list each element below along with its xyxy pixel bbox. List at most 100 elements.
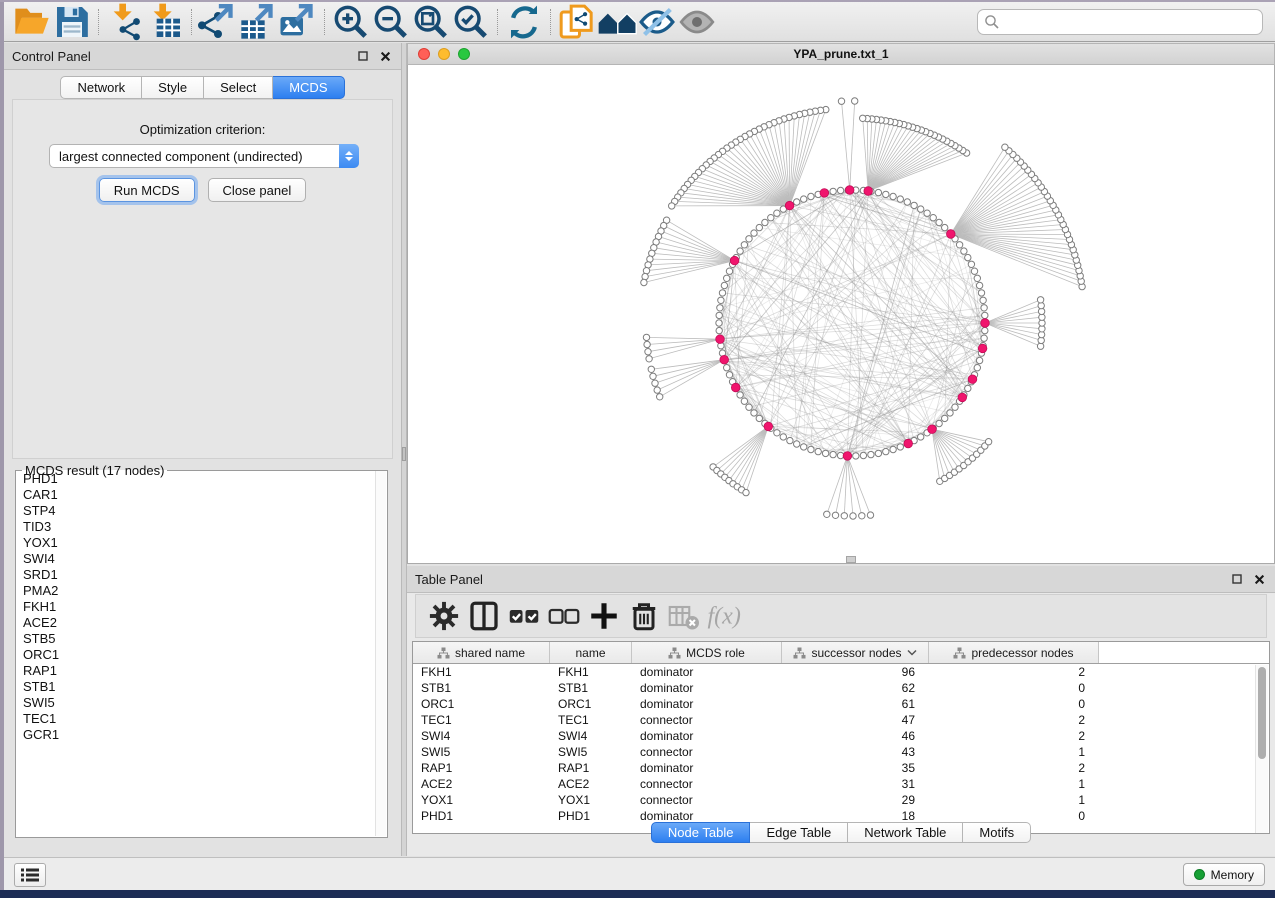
graph-leaf-node[interactable]: [669, 203, 675, 209]
graph-node[interactable]: [981, 305, 987, 311]
zoom-selected-button[interactable]: [451, 5, 491, 39]
graph-node[interactable]: [726, 268, 732, 274]
graph-node[interactable]: [719, 290, 725, 296]
memory-button[interactable]: Memory: [1183, 863, 1265, 886]
select-all-button[interactable]: [506, 598, 542, 634]
close-panel-button[interactable]: Close panel: [208, 178, 307, 202]
graph-node[interactable]: [787, 437, 793, 443]
table-scrollbar-thumb[interactable]: [1258, 667, 1266, 759]
import-network-button[interactable]: [105, 5, 145, 39]
graph-node[interactable]: [965, 385, 971, 391]
tab-node-table[interactable]: Node Table: [651, 822, 751, 843]
mcds-result-item[interactable]: GCR1: [23, 727, 375, 743]
zoom-fit-button[interactable]: [411, 5, 451, 39]
graph-leaf-node[interactable]: [867, 512, 873, 518]
graph-leaf-node[interactable]: [645, 349, 651, 355]
show-all-button[interactable]: [677, 5, 717, 39]
graph-node[interactable]: [830, 188, 836, 194]
mcds-result-item[interactable]: SWI5: [23, 695, 375, 711]
table-row[interactable]: SWI4SWI4dominator462: [413, 728, 1269, 744]
column-header-predecessor-nodes[interactable]: predecessor nodes: [929, 642, 1099, 663]
graph-node[interactable]: [830, 451, 836, 457]
add-column-button[interactable]: [586, 598, 622, 634]
graph-node[interactable]: [794, 199, 800, 205]
result-scrollbar[interactable]: [375, 471, 386, 836]
graph-node[interactable]: [741, 242, 747, 248]
export-table-button[interactable]: [238, 5, 278, 39]
delete-table-button[interactable]: [666, 598, 702, 634]
dominator-node[interactable]: [730, 256, 739, 265]
graph-leaf-node[interactable]: [824, 511, 830, 517]
table-settings-button[interactable]: [426, 598, 462, 634]
graph-leaf-node[interactable]: [648, 366, 654, 372]
graph-leaf-node[interactable]: [1002, 144, 1008, 150]
graph-leaf-node[interactable]: [832, 512, 838, 518]
close-panel-icon[interactable]: [377, 48, 393, 64]
dominator-node[interactable]: [968, 375, 977, 384]
graph-leaf-node[interactable]: [646, 356, 652, 362]
graph-node[interactable]: [965, 254, 971, 260]
export-network-button[interactable]: [198, 5, 238, 39]
graph-leaf-node[interactable]: [985, 439, 991, 445]
dominator-node[interactable]: [764, 422, 773, 431]
graph-node[interactable]: [918, 434, 924, 440]
graph-node[interactable]: [717, 305, 723, 311]
hide-selected-button[interactable]: [637, 5, 677, 39]
graph-node[interactable]: [918, 206, 924, 212]
graph-node[interactable]: [746, 404, 752, 410]
graph-node[interactable]: [942, 415, 948, 421]
graph-node[interactable]: [774, 430, 780, 436]
graph-leaf-node[interactable]: [641, 279, 647, 285]
graph-leaf-node[interactable]: [650, 373, 656, 379]
network-canvas[interactable]: [407, 65, 1275, 564]
graph-node[interactable]: [890, 193, 896, 199]
export-image-button[interactable]: [278, 5, 318, 39]
dominator-node[interactable]: [864, 187, 873, 196]
table-row[interactable]: SWI5SWI5connector431: [413, 744, 1269, 760]
graph-leaf-node[interactable]: [852, 98, 858, 104]
graph-node[interactable]: [774, 210, 780, 216]
graph-node[interactable]: [724, 275, 730, 281]
graph-node[interactable]: [971, 268, 977, 274]
graph-leaf-node[interactable]: [644, 341, 650, 347]
graph-node[interactable]: [883, 448, 889, 454]
zoom-out-button[interactable]: [371, 5, 411, 39]
graph-leaf-node[interactable]: [859, 513, 865, 519]
graph-node[interactable]: [762, 219, 768, 225]
graph-node[interactable]: [974, 275, 980, 281]
graph-node[interactable]: [875, 450, 881, 456]
mcds-result-item[interactable]: ACE2: [23, 615, 375, 631]
table-row[interactable]: STB1STB1dominator620: [413, 680, 1269, 696]
table-row[interactable]: RAP1RAP1dominator352: [413, 760, 1269, 776]
graph-leaf-node[interactable]: [643, 268, 649, 274]
mcds-result-item[interactable]: SRD1: [23, 567, 375, 583]
graph-node[interactable]: [982, 312, 988, 318]
dominator-node[interactable]: [845, 186, 854, 195]
splitter-handle[interactable]: [402, 447, 406, 461]
graph-leaf-node[interactable]: [657, 394, 663, 400]
dominator-node[interactable]: [978, 344, 987, 353]
graph-node[interactable]: [716, 320, 722, 326]
mcds-result-item[interactable]: SWI4: [23, 551, 375, 567]
graph-node[interactable]: [837, 187, 843, 193]
duplicate-network-button[interactable]: [557, 5, 597, 39]
graph-node[interactable]: [978, 290, 984, 296]
graph-node[interactable]: [897, 196, 903, 202]
graph-node[interactable]: [716, 312, 722, 318]
float-panel-icon[interactable]: [355, 48, 371, 64]
graph-node[interactable]: [897, 444, 903, 450]
tab-edge-table[interactable]: Edge Table: [750, 822, 848, 843]
column-header-shared-name[interactable]: shared name: [413, 642, 550, 663]
graph-leaf-node[interactable]: [860, 115, 866, 121]
mcds-result-item[interactable]: FKH1: [23, 599, 375, 615]
import-table-button[interactable]: [145, 5, 185, 39]
graph-leaf-node[interactable]: [643, 334, 649, 340]
graph-node[interactable]: [822, 450, 828, 456]
apply-layout-button[interactable]: [504, 5, 544, 39]
graph-node[interactable]: [751, 230, 757, 236]
graph-node[interactable]: [741, 398, 747, 404]
task-history-button[interactable]: [14, 863, 46, 887]
mcds-result-item[interactable]: TEC1: [23, 711, 375, 727]
graph-leaf-node[interactable]: [838, 98, 844, 104]
dominator-node[interactable]: [904, 439, 913, 448]
